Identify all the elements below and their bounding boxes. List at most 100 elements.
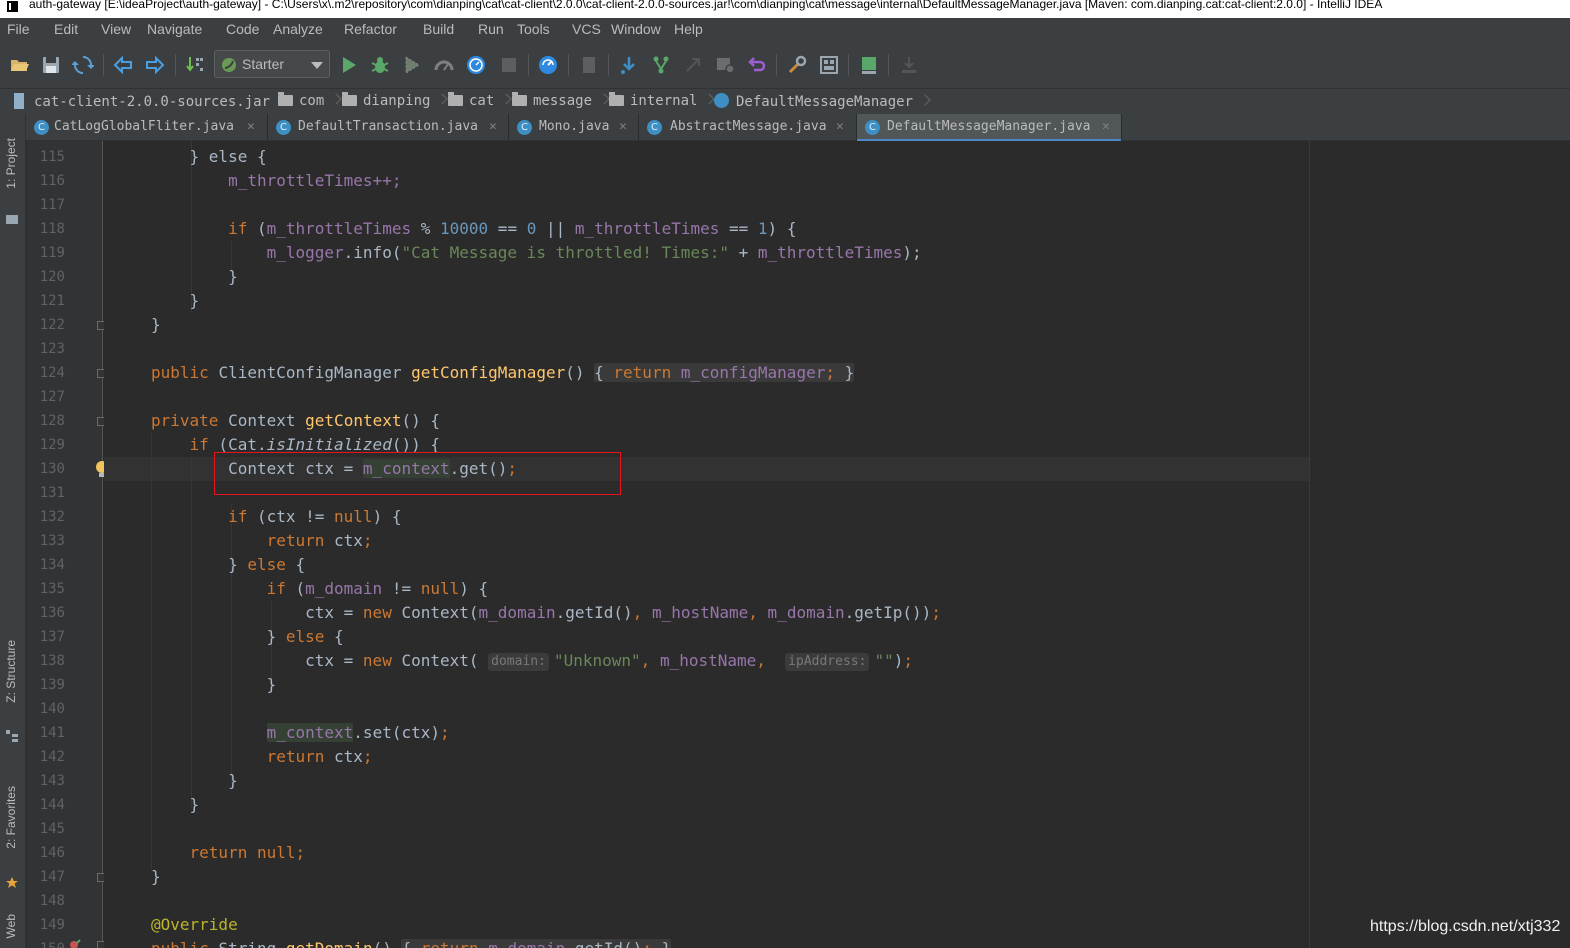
menu-refactor[interactable]: Refactor <box>344 21 397 37</box>
device-manager-icon[interactable] <box>898 54 920 76</box>
editor-gutter[interactable]: 115 116 117 118 119 120 121 122 123 124 … <box>27 141 106 948</box>
line-number: 134 <box>39 557 65 573</box>
help-icon[interactable] <box>465 54 487 76</box>
breadcrumb-cat[interactable]: cat <box>448 92 512 109</box>
menu-analyze[interactable]: Analyze <box>273 21 323 37</box>
run-configuration-selector[interactable]: Starter <box>214 50 330 78</box>
menu-vcs[interactable]: VCS <box>572 21 601 37</box>
menu-help[interactable]: Help <box>674 21 703 37</box>
code-editor[interactable]: } else { m_throttleTimes++; if (m_thrott… <box>104 141 1570 948</box>
close-tab-icon[interactable]: ✕ <box>247 119 255 134</box>
window-title: auth-gateway [E:\ideaProject\auth-gatewa… <box>29 0 1383 11</box>
menu-navigate[interactable]: Navigate <box>147 21 202 37</box>
line-number: 121 <box>39 293 65 309</box>
breadcrumb-message[interactable]: message <box>512 92 610 109</box>
breadcrumb-dianping[interactable]: dianping <box>342 92 449 109</box>
back-arrow-icon[interactable] <box>112 54 134 76</box>
toolbar-separator <box>848 54 849 76</box>
settings-wrench-icon[interactable] <box>786 54 808 76</box>
code-line: } else { <box>151 555 306 574</box>
code-line: if (ctx != null) { <box>228 507 402 526</box>
tool-window-favorites[interactable]: 2: Favorites <box>4 786 18 849</box>
save-all-icon[interactable] <box>40 54 62 76</box>
code-line: if (m_throttleTimes % 10000 == 0 || m_th… <box>228 219 797 238</box>
sdk-manager-icon[interactable] <box>858 54 880 76</box>
synchronize-icon[interactable] <box>72 54 94 76</box>
chevron-right-icon <box>500 93 512 105</box>
attach-debugger-icon[interactable] <box>578 54 600 76</box>
breadcrumb-com[interactable]: com <box>278 92 342 109</box>
update-running-app-icon[interactable] <box>537 54 559 76</box>
line-number: 145 <box>39 821 65 837</box>
structure-icon <box>6 730 18 742</box>
line-number: 124 <box>39 365 65 381</box>
close-tab-icon[interactable]: ✕ <box>836 119 844 134</box>
spring-boot-icon <box>222 58 236 72</box>
tool-window-structure[interactable]: Z: Structure <box>4 640 18 703</box>
menu-window[interactable]: Window <box>611 21 661 37</box>
profiler-icon[interactable] <box>433 54 455 76</box>
menu-file[interactable]: File <box>7 21 30 37</box>
close-tab-icon[interactable]: ✕ <box>489 119 497 134</box>
breadcrumb-jar[interactable]: cat-client-2.0.0-sources.jar <box>14 93 288 110</box>
run-icon[interactable] <box>338 54 360 76</box>
project-structure-icon[interactable] <box>818 54 840 76</box>
run-with-coverage-icon[interactable] <box>401 54 423 76</box>
breadcrumb-internal[interactable]: internal <box>609 92 716 109</box>
menu-edit[interactable]: Edit <box>54 21 78 37</box>
line-number: 129 <box>39 437 65 453</box>
tab-defaultmessagemanager[interactable]: C DefaultMessageManager.java ✕ <box>857 114 1122 142</box>
code-line: } <box>151 867 161 886</box>
parameter-hint: ipAddress: <box>785 653 870 671</box>
debug-icon[interactable] <box>369 54 391 76</box>
right-margin-guide <box>1309 141 1310 948</box>
line-number: 143 <box>39 773 65 789</box>
chevron-right-icon <box>598 93 610 105</box>
tab-catlogglobalfliter[interactable]: C CatLogGlobalFliter.java ✕ <box>26 114 268 141</box>
menu-view[interactable]: View <box>101 21 131 37</box>
tab-abstractmessage[interactable]: C AbstractMessage.java ✕ <box>639 114 857 141</box>
line-number: 119 <box>39 245 65 261</box>
rollback-icon[interactable] <box>746 54 768 76</box>
open-folder-icon[interactable] <box>9 54 31 76</box>
editor-tab-bar: C CatLogGlobalFliter.java ✕ C DefaultTra… <box>26 114 1570 142</box>
intellij-app-icon <box>7 1 18 12</box>
menu-build[interactable]: Build <box>423 21 454 37</box>
vcs-update-icon[interactable] <box>618 54 640 76</box>
close-tab-icon[interactable]: ✕ <box>619 119 627 134</box>
line-number: 144 <box>39 797 65 813</box>
toolbar-separator <box>528 54 529 76</box>
toolbar-separator <box>888 54 889 76</box>
line-number: 116 <box>39 173 65 189</box>
vcs-commit-icon[interactable] <box>650 54 672 76</box>
toolbar-separator <box>568 54 569 76</box>
code-line: m_throttleTimes++; <box>228 171 402 190</box>
code-line: } <box>151 291 200 310</box>
menu-run[interactable]: Run <box>478 21 504 37</box>
build-project-icon[interactable] <box>185 54 207 76</box>
vcs-history-icon[interactable] <box>714 54 736 76</box>
line-number: 122 <box>39 317 65 333</box>
vcs-compare-icon[interactable] <box>682 54 704 76</box>
menu-code[interactable]: Code <box>226 21 259 37</box>
tool-window-web[interactable]: Web <box>4 914 18 938</box>
code-line: m_context.set(ctx); <box>266 723 450 742</box>
close-tab-icon[interactable]: ✕ <box>1102 119 1110 134</box>
code-line: } <box>151 675 277 694</box>
tab-mono[interactable]: C Mono.java ✕ <box>509 114 639 141</box>
menu-bar: File Edit View Navigate Code Analyze Ref… <box>0 18 1570 42</box>
forward-arrow-icon[interactable] <box>144 54 166 76</box>
stop-icon[interactable] <box>498 54 520 76</box>
line-number: 132 <box>39 509 65 525</box>
tab-defaulttransaction[interactable]: C DefaultTransaction.java ✕ <box>268 114 509 141</box>
annotation-highlight-box <box>214 452 621 495</box>
favorites-star-icon <box>6 877 18 888</box>
code-line: public String getDomain() { return m_dom… <box>151 937 672 948</box>
code-line: return ctx; <box>266 531 373 550</box>
toolbar-separator <box>608 54 609 76</box>
tool-window-project[interactable]: 1: Project <box>4 138 18 189</box>
override-method-icon[interactable] <box>69 939 81 948</box>
breadcrumb-class[interactable]: DefaultMessageManager <box>714 93 931 110</box>
menu-tools[interactable]: Tools <box>517 21 550 37</box>
code-line: public ClientConfigManager getConfigMana… <box>151 363 855 382</box>
